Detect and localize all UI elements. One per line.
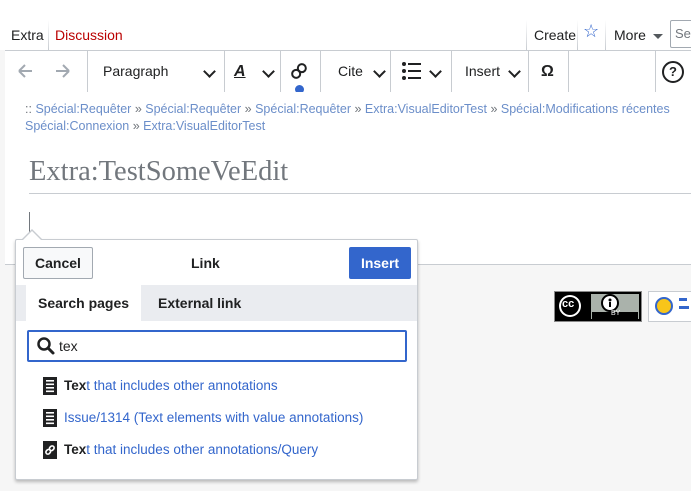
chevron-down-icon — [508, 65, 521, 78]
breadcrumb-link[interactable]: Extra:VisualEditorTest — [143, 119, 265, 133]
redirect-page-icon — [43, 441, 57, 460]
result-match: Tex — [64, 442, 87, 457]
more-menu[interactable]: More — [608, 20, 669, 50]
tab-divider — [605, 20, 606, 50]
list-dropdown[interactable] — [401, 51, 446, 92]
breadcrumb-link[interactable]: Extra:VisualEditorTest — [365, 102, 487, 116]
breadcrumb-link[interactable]: Spécial:Requêter — [145, 102, 241, 116]
search-result[interactable]: Text that includes other annotations — [43, 375, 278, 397]
text-style-icon: A — [234, 63, 246, 80]
special-character-button[interactable]: Ω — [541, 51, 554, 92]
toolbar-divider — [568, 51, 569, 92]
paragraph-label: Paragraph — [103, 63, 169, 79]
tab-discussion[interactable]: Discussion — [49, 20, 129, 50]
breadcrumb-link[interactable]: Spécial:Requêter — [255, 102, 351, 116]
paragraph-format-dropdown[interactable]: Paragraph — [103, 51, 221, 92]
link-tabs: Search pages External link — [16, 285, 417, 321]
breadcrumb-separator: » — [134, 102, 142, 116]
breadcrumb-link[interactable]: Spécial:Modifications récentes — [501, 102, 670, 116]
insert-label: Insert — [465, 63, 501, 79]
toolbar-divider — [320, 51, 321, 92]
tab-create[interactable]: Create — [528, 20, 582, 50]
mediawiki-badge[interactable] — [648, 291, 691, 322]
page-icon — [43, 409, 57, 428]
title-divider — [29, 193, 691, 194]
dialog-title: Link — [191, 255, 220, 271]
search-result[interactable]: Issue/1314 (Text elements with value ann… — [43, 407, 363, 429]
cite-label: Cite — [338, 63, 363, 79]
breadcrumb-separator: » — [244, 102, 252, 116]
page-icon — [43, 377, 57, 396]
breadcrumb-separator: » — [132, 119, 140, 133]
link-search-input[interactable]: tex — [27, 330, 407, 362]
result-rest: t that includes other annotations/Query — [86, 442, 319, 457]
toolbar-divider — [390, 51, 391, 92]
toolbar-divider — [451, 51, 452, 92]
toolbar-divider — [280, 51, 281, 92]
search-input[interactable]: Sea — [670, 20, 691, 48]
breadcrumb-link[interactable]: Spécial:Requêter — [35, 102, 131, 116]
breadcrumb-separator: » — [490, 102, 498, 116]
tab-external-link[interactable]: External link — [146, 285, 253, 321]
dialog-pointer-inner — [23, 231, 41, 240]
link-dialog: Cancel Link Insert Search pages External… — [15, 239, 418, 480]
tab-search-pages[interactable]: Search pages — [26, 285, 142, 321]
mediawiki-mark — [679, 298, 691, 316]
toolbar-divider — [528, 51, 529, 92]
text-style-dropdown[interactable]: A — [234, 51, 279, 92]
page-title: Extra:TestSomeVeEdit — [29, 156, 289, 187]
breadcrumb: :: Spécial:Requêter » Spécial:Requêter »… — [25, 101, 691, 135]
chevron-down-icon — [203, 65, 216, 78]
chevron-down-icon — [429, 65, 442, 78]
help-icon[interactable]: ? — [662, 51, 684, 92]
tab-divider — [526, 20, 527, 50]
breadcrumb-link[interactable]: Spécial:Connexion — [25, 119, 129, 133]
redo-icon[interactable] — [55, 51, 71, 92]
cc-letters: cc — [562, 298, 575, 310]
tab-divider — [577, 20, 578, 50]
cc-by-label: BY — [611, 310, 621, 317]
bullet-list-icon — [402, 62, 421, 80]
toolbar-divider — [224, 51, 225, 92]
caret-down-icon — [652, 33, 663, 39]
search-query: tex — [59, 338, 78, 354]
flower-icon — [655, 297, 673, 315]
tab-extra[interactable]: Extra — [5, 20, 50, 50]
search-result[interactable]: Text that includes other annotations/Que… — [43, 439, 318, 461]
editor-toolbar: Paragraph A Cite Insert Ω ? — [5, 50, 691, 93]
chevron-down-icon — [373, 65, 386, 78]
cite-dropdown[interactable]: Cite — [338, 51, 388, 92]
insert-dropdown[interactable]: Insert — [465, 51, 531, 92]
toolbar-divider — [655, 51, 656, 92]
result-rest: t that includes other annotations — [86, 378, 278, 393]
chevron-down-icon — [262, 65, 275, 78]
result-rest: Issue/1314 (Text elements with value ann… — [64, 410, 364, 425]
breadcrumb-prefix: :: — [25, 102, 32, 116]
cc-license-badge[interactable]: BY cc — [554, 291, 642, 322]
result-match: Tex — [64, 378, 87, 393]
insert-button[interactable]: Insert — [349, 247, 411, 279]
more-label: More — [614, 27, 646, 43]
watch-star-icon[interactable]: ☆ — [583, 21, 599, 42]
breadcrumb-separator: » — [354, 102, 362, 116]
undo-icon[interactable] — [17, 51, 33, 92]
cancel-button[interactable]: Cancel — [23, 247, 93, 279]
toolbar-divider — [87, 51, 88, 92]
search-icon — [37, 337, 55, 355]
